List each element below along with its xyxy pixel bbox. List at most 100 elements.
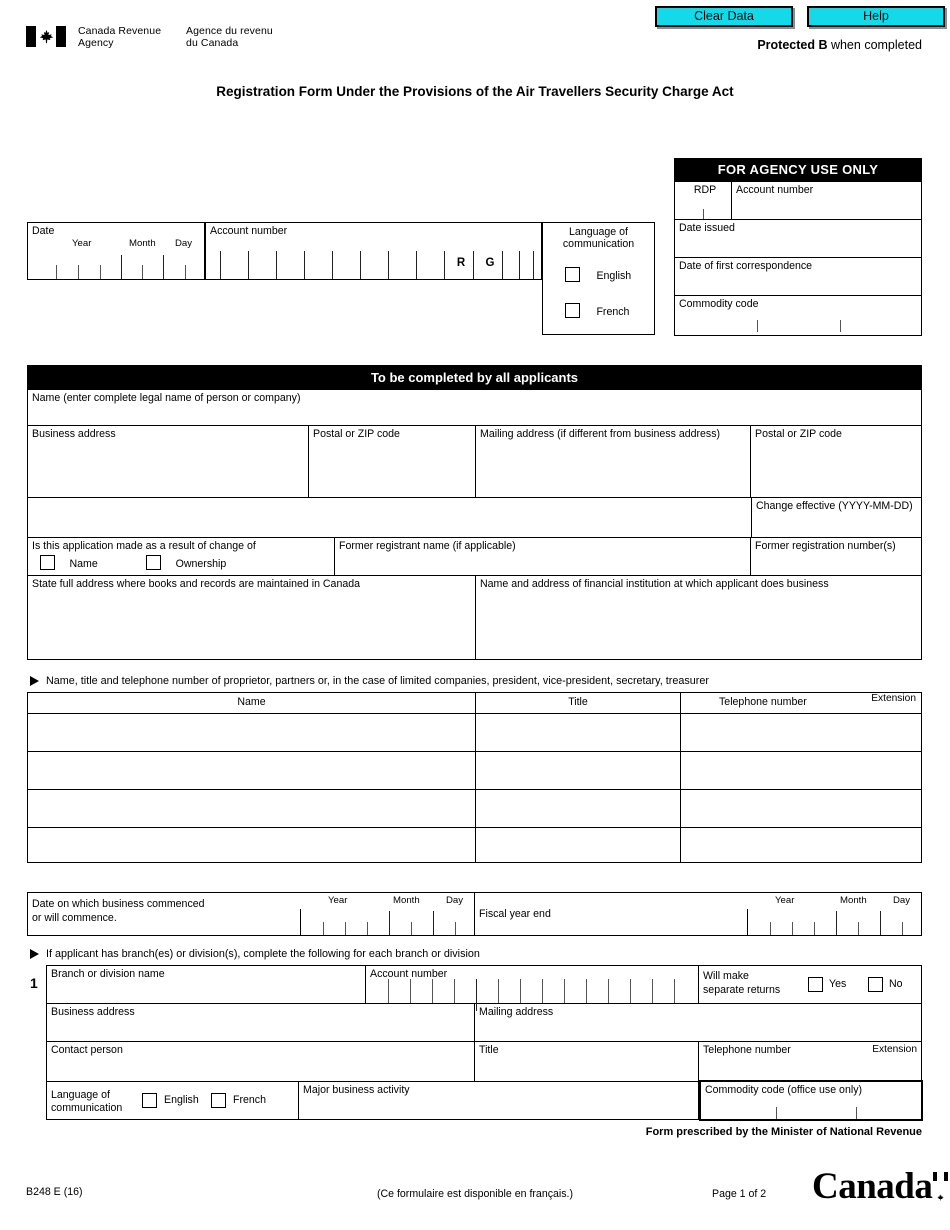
branch-major-activity-field[interactable] — [299, 1096, 698, 1119]
agency-date-issued-field[interactable] — [675, 237, 921, 257]
branch-commodity-code-field[interactable] — [701, 1103, 921, 1119]
clear-data-button[interactable]: Clear Data — [655, 6, 793, 27]
table-row — [28, 790, 921, 828]
books-records-address-field[interactable] — [28, 590, 475, 659]
agency-date-issued-label: Date issued — [679, 222, 735, 234]
applicants-section-heading: To be completed by all applicants — [28, 366, 921, 390]
officer-name-field[interactable] — [28, 790, 476, 827]
commenced-day-label: Day — [446, 895, 464, 906]
books-records-address-label: State full address where books and recor… — [32, 578, 361, 590]
agency-account-number-label: Account number — [736, 184, 814, 196]
table-row — [28, 752, 921, 790]
officer-telephone-field[interactable] — [681, 828, 921, 862]
separate-returns-no-checkbox[interactable] — [868, 977, 883, 992]
branch-extension-label: Extension — [872, 1044, 917, 1055]
canada-wordmark-flag-icon — [933, 1172, 949, 1201]
branch-major-activity-label: Major business activity — [303, 1084, 410, 1096]
officers-column-name: Name — [28, 693, 476, 713]
change-effective-label: Change effective (YYYY-MM-DD) — [756, 500, 913, 512]
agency-use-only-box: FOR AGENCY USE ONLY RDP Account number D… — [674, 158, 922, 336]
language-french-checkbox[interactable] — [565, 303, 580, 319]
agency-commodity-code-field[interactable] — [675, 312, 921, 332]
french-availability-note: (Ce formulaire est disponible en françai… — [376, 1188, 574, 1200]
cra-signature: Canada Revenue Agency Agence du revenu d… — [26, 25, 273, 49]
officer-name-field[interactable] — [28, 752, 476, 789]
date-box: Date Year Month Day — [27, 222, 205, 280]
cra-wordmark-text: Canada Revenue Agency Agence du revenu d… — [78, 25, 273, 49]
former-registration-numbers-field[interactable] — [751, 552, 921, 575]
change-effective-format: (YYYY-MM-DD) — [838, 500, 913, 512]
branch-note: If applicant has branch(es) or division(… — [30, 948, 480, 960]
business-postal-code-field[interactable] — [309, 440, 475, 497]
officer-name-field[interactable] — [28, 714, 476, 751]
help-button[interactable]: Help — [807, 6, 945, 27]
officers-column-title: Title — [476, 693, 681, 713]
branch-mailing-address-label: Mailing address — [479, 1006, 554, 1018]
agency-date-first-correspondence-field[interactable] — [675, 275, 921, 295]
officer-title-field[interactable] — [476, 714, 681, 751]
arrow-bullet-icon — [30, 949, 39, 960]
mailing-address-label: Mailing address (if different from busin… — [480, 428, 721, 440]
former-registrant-name-label: Former registrant name (if applicable) — [339, 540, 516, 552]
language-english-checkbox[interactable] — [565, 267, 580, 283]
officer-title-field[interactable] — [476, 828, 681, 862]
branch-index-number: 1 — [30, 975, 38, 991]
branch-name-field[interactable] — [47, 980, 365, 1003]
applicant-name-field[interactable] — [28, 405, 921, 425]
business-address-field[interactable] — [28, 440, 308, 497]
agency-account-number-field[interactable] — [732, 199, 921, 219]
canada-flag-icon — [26, 26, 66, 47]
officer-telephone-field[interactable] — [681, 790, 921, 827]
separate-returns-label-line2: separate returns — [703, 984, 781, 996]
agency-date-first-correspondence-label: Date of first correspondence — [679, 260, 813, 272]
branch-contact-person-label: Contact person — [51, 1044, 123, 1056]
table-row — [28, 714, 921, 752]
fiscal-year-end-field[interactable] — [747, 909, 921, 935]
former-registrant-name-field[interactable] — [335, 552, 750, 575]
branch-account-number-label: Account number — [370, 968, 448, 980]
date-label: Date — [32, 225, 55, 237]
mailing-postal-code-field[interactable] — [751, 440, 921, 497]
language-title-line2: communication — [562, 238, 635, 250]
account-number-label: Account number — [210, 225, 288, 237]
business-postal-code-label: Postal or ZIP code — [313, 428, 400, 440]
account-number-field[interactable]: R G — [206, 251, 541, 279]
commenced-date-field[interactable] — [300, 909, 474, 935]
branch-telephone-field[interactable] — [699, 1056, 921, 1081]
branch-mailing-address-field[interactable] — [475, 1018, 921, 1041]
change-name-label: Name — [69, 558, 98, 570]
branch-business-address-field[interactable] — [47, 1018, 474, 1041]
former-registration-numbers-label: Former registration number(s) — [755, 540, 896, 552]
branch-language-french-checkbox[interactable] — [211, 1093, 226, 1108]
branch-name-label: Branch or division name — [51, 968, 165, 980]
officer-title-field[interactable] — [476, 752, 681, 789]
separate-returns-yes-checkbox[interactable] — [808, 977, 823, 992]
account-program-letter-g: G — [485, 257, 495, 269]
officer-telephone-field[interactable] — [681, 752, 921, 789]
language-french-label: French — [596, 306, 630, 318]
officer-title-field[interactable] — [476, 790, 681, 827]
branch-language-english-checkbox[interactable] — [142, 1093, 157, 1108]
branch-account-number-field[interactable] — [366, 979, 698, 1011]
cra-en-line2: Agency — [78, 37, 114, 49]
branch-language-label-line1: Language of — [51, 1089, 110, 1101]
business-address-label: Business address — [32, 428, 116, 440]
account-program-letter-r: R — [456, 257, 466, 269]
change-name-checkbox[interactable] — [40, 555, 55, 571]
branch-telephone-label: Telephone number — [703, 1044, 791, 1056]
page-number: Page 1 of 2 — [712, 1188, 767, 1200]
fiscal-month-label: Month — [840, 895, 867, 906]
protected-b-label: Protected B — [757, 38, 828, 52]
form-toolbar: Clear Data Help — [655, 6, 945, 27]
change-ownership-checkbox[interactable] — [146, 555, 162, 571]
branch-contact-person-field[interactable] — [47, 1056, 474, 1081]
date-entry-field[interactable] — [28, 251, 204, 279]
mailing-address-field[interactable] — [476, 440, 750, 497]
financial-institution-field[interactable] — [476, 590, 921, 659]
form-page: Clear Data Help Canada Revenue Agency Ag… — [0, 0, 950, 1230]
officer-name-field[interactable] — [28, 828, 476, 862]
officer-telephone-field[interactable] — [681, 714, 921, 751]
branch-contact-title-field[interactable] — [475, 1056, 698, 1081]
change-effective-field[interactable] — [752, 512, 921, 537]
officers-table: Name Title Telephone number Extension — [27, 692, 922, 863]
